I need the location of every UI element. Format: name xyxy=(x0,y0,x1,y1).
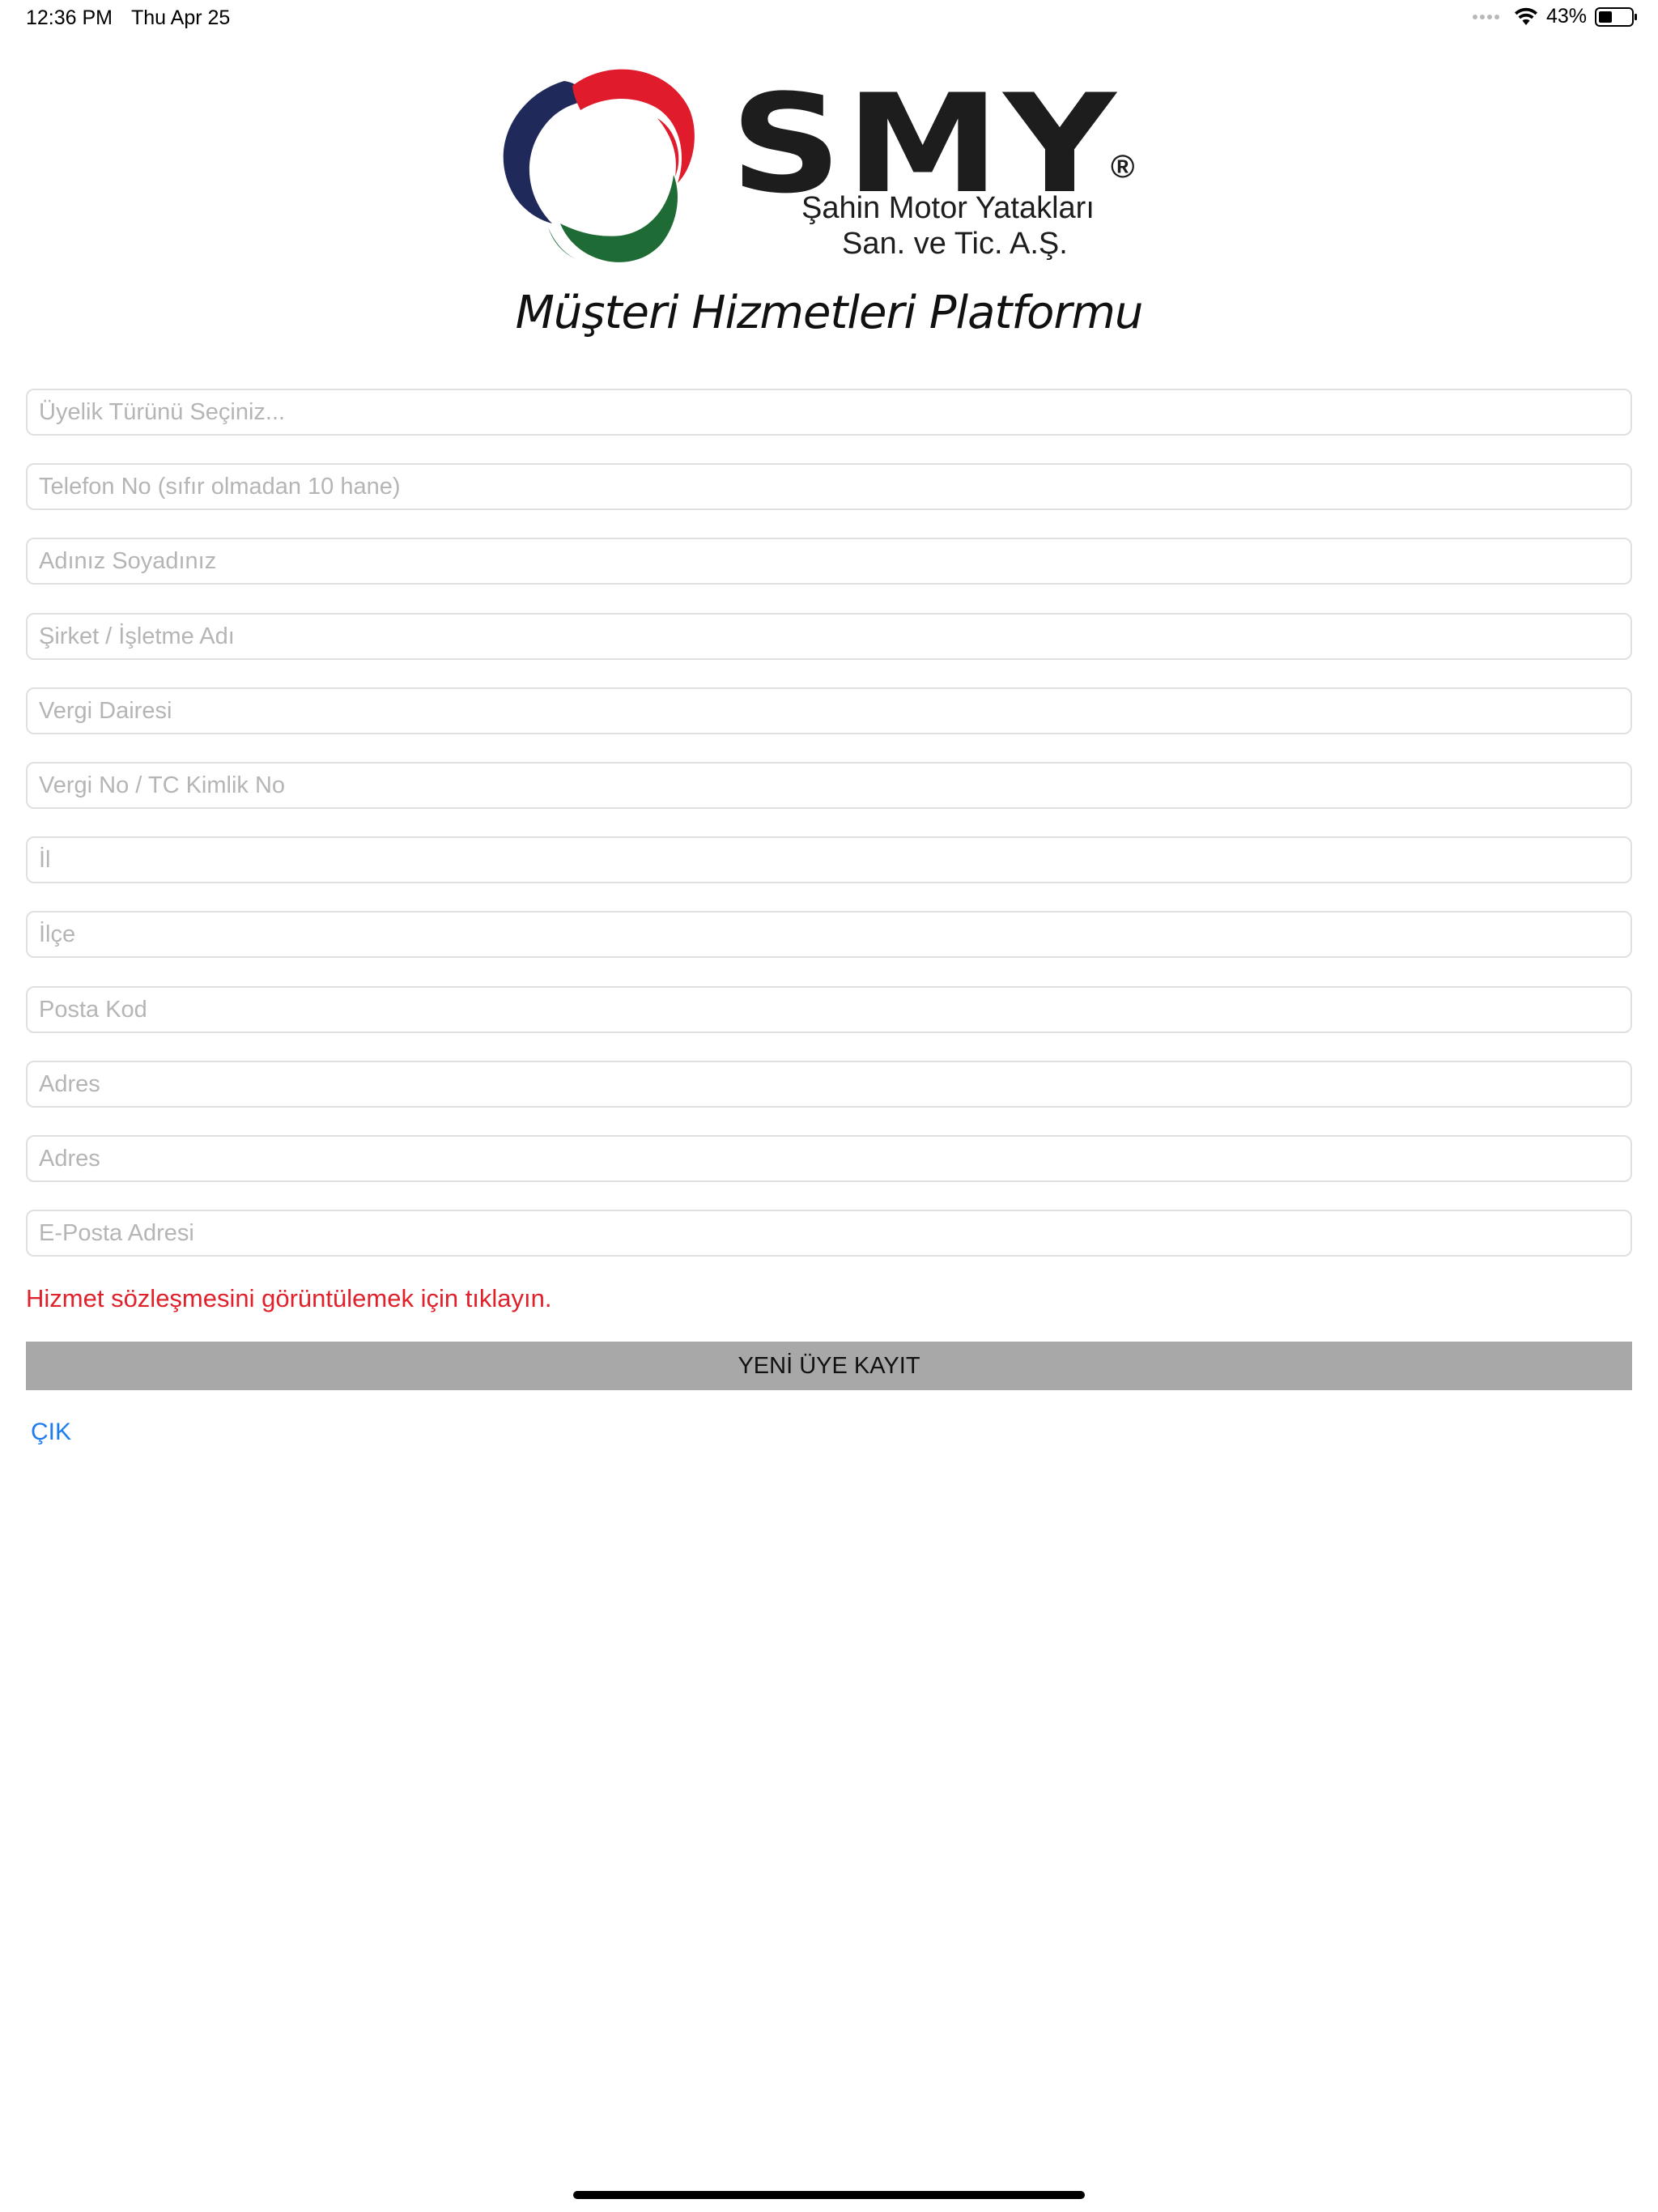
battery-percentage: 43% xyxy=(1545,5,1587,28)
registered-mark: ® xyxy=(1111,149,1135,185)
wifi-icon xyxy=(1514,7,1537,25)
postal-code-input[interactable] xyxy=(26,986,1632,1033)
tax-office-input[interactable] xyxy=(26,687,1632,734)
status-date: Thu Apr 25 xyxy=(131,6,231,29)
platform-title: Müşteri Hizmetleri Platformu xyxy=(515,287,1144,339)
company-name-line1: Şahin Motor Yatakları xyxy=(801,191,1095,225)
cellular-dots-icon xyxy=(1472,14,1499,19)
district-input[interactable] xyxy=(26,911,1632,958)
email-input[interactable] xyxy=(26,1210,1632,1257)
battery-icon xyxy=(1595,6,1637,27)
address-1-input[interactable] xyxy=(26,1061,1632,1108)
service-agreement-link[interactable]: Hizmet sözleşmesini görüntülemek için tı… xyxy=(26,1284,552,1313)
exit-link[interactable]: ÇIK xyxy=(31,1419,71,1446)
province-input[interactable] xyxy=(26,836,1632,883)
tax-id-input[interactable] xyxy=(26,762,1632,809)
company-logo: SMY ® Şahin Motor Yatakları San. ve Tic.… xyxy=(495,62,1159,272)
smy-logo-mark-icon xyxy=(503,69,695,262)
register-button[interactable]: YENİ ÜYE KAYIT xyxy=(26,1342,1632,1390)
home-indicator[interactable] xyxy=(573,2191,1085,2199)
company-name-line2: San. ve Tic. A.Ş. xyxy=(842,227,1068,261)
membership-type-select[interactable] xyxy=(26,389,1632,436)
status-bar: 12:36 PM Thu Apr 25 43% xyxy=(0,0,1658,39)
full-name-input[interactable] xyxy=(26,538,1632,585)
status-icons: 43% xyxy=(1472,5,1637,28)
company-name-input[interactable] xyxy=(26,613,1632,660)
status-time: 12:36 PM xyxy=(26,6,113,29)
address-2-input[interactable] xyxy=(26,1135,1632,1182)
phone-input[interactable] xyxy=(26,463,1632,510)
